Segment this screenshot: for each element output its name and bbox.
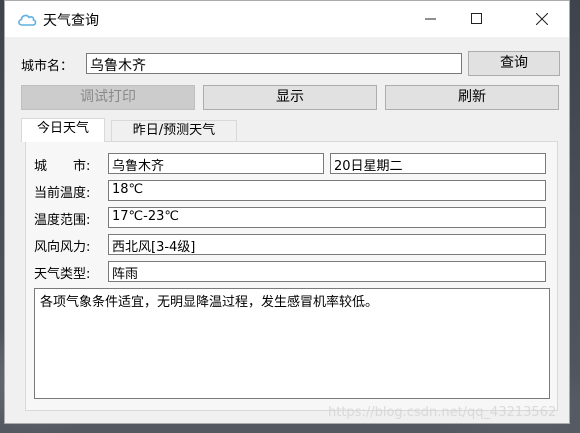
cloud-icon — [17, 11, 37, 27]
refresh-button[interactable]: 刷新 — [385, 85, 559, 110]
date-field[interactable]: 20日星期二 — [330, 153, 546, 174]
show-button[interactable]: 显示 — [203, 85, 377, 110]
city-field[interactable]: 乌鲁木齐 — [108, 153, 324, 174]
city-name-input[interactable]: 乌鲁木齐 — [86, 53, 462, 74]
query-button[interactable]: 查询 — [468, 51, 560, 76]
current-temp-label: 当前温度: — [34, 186, 91, 201]
debug-print-button[interactable]: 调试打印 — [21, 85, 195, 110]
close-button[interactable] — [519, 1, 565, 37]
minimize-icon — [425, 18, 436, 20]
title-bar[interactable]: 天气查询 — [5, 1, 569, 37]
weather-query-window: 天气查询 城市名： 乌鲁木齐 查询 调试打印 显示 刷新 今日天气 昨日/预测天… — [4, 0, 570, 424]
temp-range-label: 温度范围: — [34, 213, 91, 228]
maximize-icon — [471, 13, 482, 24]
maximize-button[interactable] — [454, 1, 500, 37]
city-name-label: 城市名： — [21, 59, 74, 74]
tab-yesterday-forecast[interactable]: 昨日/预测天气 — [111, 120, 237, 142]
window-title: 天气查询 — [43, 13, 99, 29]
tab-today-weather[interactable]: 今日天气 — [21, 118, 105, 142]
city-label: 城 市: — [34, 159, 91, 174]
current-temp-field[interactable]: 18℃ — [108, 180, 546, 201]
wind-field[interactable]: 西北风[3-4级] — [108, 234, 546, 255]
close-icon — [536, 13, 548, 25]
weather-type-field[interactable]: 阵雨 — [108, 261, 546, 282]
temp-range-field[interactable]: 17℃-23℃ — [108, 207, 546, 228]
weather-type-label: 天气类型: — [34, 267, 91, 282]
minimize-button[interactable] — [408, 1, 454, 37]
weather-advice-textarea[interactable]: 各项气象条件适宜，无明显降温过程，发生感冒机率较低。 — [34, 288, 550, 399]
watermark-text: https://blog.csdn.net/qq_43213562 — [328, 405, 557, 420]
wind-label: 风向风力: — [34, 240, 91, 255]
